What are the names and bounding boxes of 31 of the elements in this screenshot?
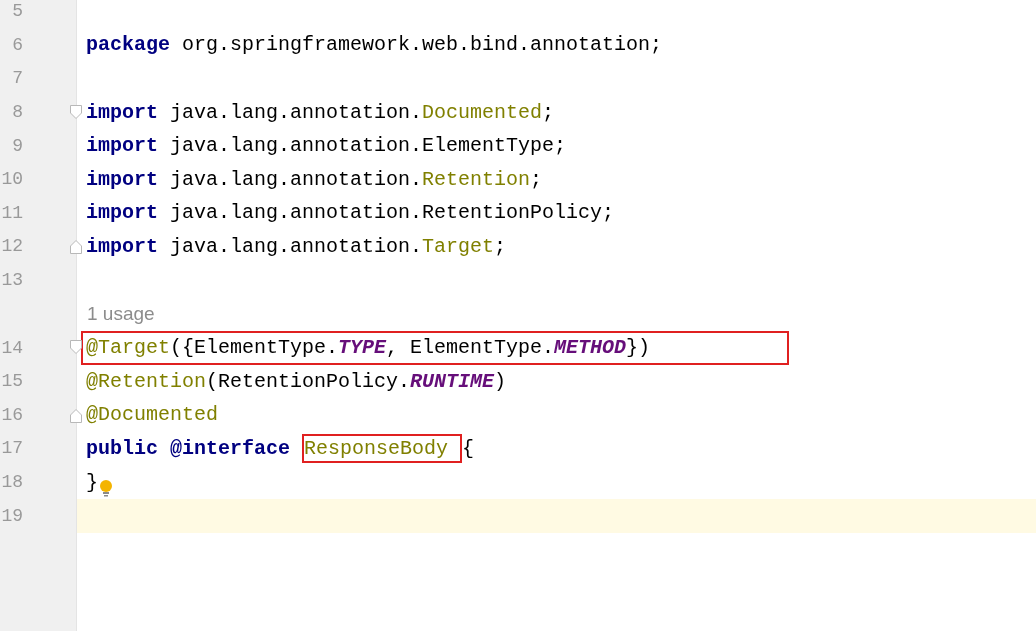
line-number: 5 xyxy=(11,0,23,24)
code-line: @Documented xyxy=(86,402,219,429)
code-line: public @interface ResponseBody { xyxy=(86,433,475,464)
code-line: import java.lang.annotation.Retention; xyxy=(86,166,543,193)
code-line: import java.lang.annotation.Documented; xyxy=(86,99,555,126)
line-number: 19 xyxy=(0,504,23,528)
code-line: import java.lang.annotation.ElementType; xyxy=(86,133,567,160)
fold-marker-icon[interactable] xyxy=(70,408,82,423)
code-line: } xyxy=(86,469,98,496)
line-number: 6 xyxy=(11,33,23,57)
line-number: 16 xyxy=(0,403,23,427)
line-number: 14 xyxy=(0,336,23,360)
fold-marker-icon[interactable] xyxy=(70,340,82,355)
usage-hint[interactable]: 1 usage xyxy=(87,300,155,329)
code-line: import java.lang.annotation.RetentionPolicy; xyxy=(86,200,615,227)
line-number: 15 xyxy=(0,370,23,394)
line-number: 9 xyxy=(11,134,23,158)
code-line: import java.lang.annotation.Target; xyxy=(86,233,507,260)
line-number: 17 xyxy=(0,437,23,461)
line-number: 13 xyxy=(0,269,23,293)
lightbulb-icon[interactable] xyxy=(99,478,113,497)
line-number: 10 xyxy=(0,168,23,192)
line-number: 12 xyxy=(0,235,23,259)
code-line: @Retention(RetentionPolicy.RUNTIME) xyxy=(86,368,507,395)
line-number: 7 xyxy=(11,67,23,91)
line-number: 11 xyxy=(0,201,23,225)
fold-marker-icon[interactable] xyxy=(70,240,82,255)
fold-marker-icon[interactable] xyxy=(70,104,82,119)
line-number: 18 xyxy=(0,471,23,494)
code-line: package org.springframework.web.bind.annotation; xyxy=(86,32,663,59)
line-number: 8 xyxy=(11,101,23,125)
